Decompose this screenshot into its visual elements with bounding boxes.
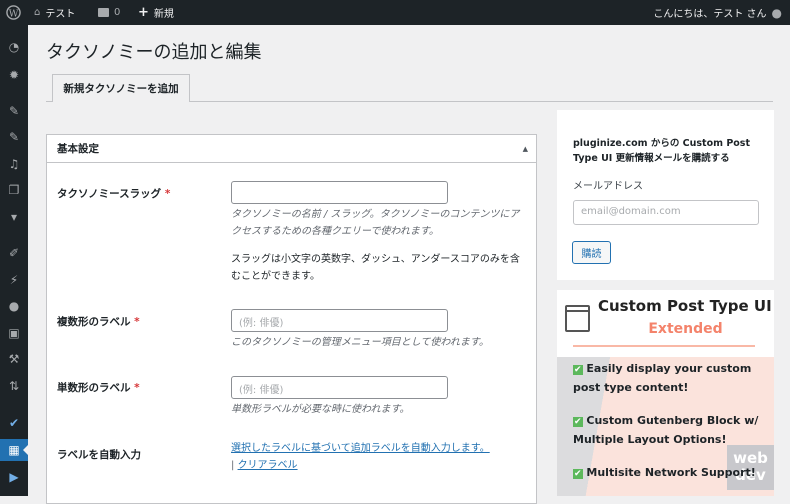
newsletter-heading: pluginize.com からの Custom Post Type UI 更新… (573, 138, 750, 164)
banner-title: Custom Post Type UI (598, 297, 772, 315)
subscribe-button[interactable]: 購読 (572, 241, 611, 264)
singular-description: 単数形ラベルが必要な時に使われます。 (231, 404, 410, 415)
shield-check-icon[interactable]: ✔ (0, 412, 28, 434)
auto-populate-links: 選択したラベルに基づいて追加ラベルを自動入力します。 | クリアラベル (231, 443, 490, 471)
banner-subtitle: Extended (648, 321, 723, 337)
feature-item: ✔ Multisite Network Support! (573, 466, 756, 479)
banner-underline (573, 345, 755, 347)
settings-sliders-icon[interactable]: ⇅ (0, 375, 28, 397)
admin-sidebar: ◔ ✹ ✎ ✎ ♫ ❐ ▾ ✐ ⚡ ● ▣ ⚒ ⇅ ✔ ▦ ▶ (0, 25, 28, 496)
checkmark-icon: ✔ (573, 469, 583, 479)
admin-bar: W ⌂ テスト 0 + 新規 こんにちは、テスト さん ● (0, 0, 790, 25)
basic-settings-panel: 基本設定 ▲ タクソノミースラッグ * タクソノミーの名前 / スラッグ。タクソノ… (46, 134, 537, 504)
home-icon: ⌂ (34, 7, 41, 18)
my-account-link[interactable]: こんにちは、テスト さん ● (653, 0, 782, 25)
tab-add-new-taxonomy[interactable]: 新規タクソノミーを追加 (52, 74, 190, 102)
plugins-icon[interactable]: ⚡ (0, 269, 28, 291)
play-icon[interactable]: ▶ (0, 466, 28, 488)
clear-labels-link[interactable]: クリアラベル (238, 460, 298, 471)
new-content-link[interactable]: + 新規 (138, 0, 174, 25)
collapse-arrow-icon[interactable]: ▲ (523, 145, 528, 153)
checkmark-icon: ✔ (573, 417, 583, 427)
taxonomy-slug-input[interactable] (231, 181, 448, 204)
gear-icon[interactable]: ✹ (0, 64, 28, 86)
appearance-brush-icon[interactable]: ✐ (0, 242, 28, 264)
plus-icon: + (138, 5, 149, 20)
lock-icon[interactable]: ▣ (0, 322, 28, 344)
singular-label-input[interactable]: (例: 俳優) (231, 376, 448, 399)
pages-icon[interactable]: ❐ (0, 179, 28, 201)
slug-label: タクソノミースラッグ * (57, 188, 171, 200)
comments-link[interactable]: 0 (98, 0, 120, 25)
site-name-link[interactable]: ⌂ テスト (34, 0, 75, 25)
checkmark-icon: ✔ (573, 365, 583, 375)
plural-description: このタクソノミーの管理メニュー項目として使われます。 (231, 337, 489, 348)
wordpress-logo-icon[interactable]: W (6, 0, 21, 25)
plural-label: 複数形のラベル * (57, 316, 140, 328)
cptui-grid-icon[interactable]: ▦ (0, 439, 28, 461)
comments-icon[interactable]: ▾ (0, 206, 28, 228)
singular-label: 単数形のラベル * (57, 382, 140, 394)
media-icon[interactable]: ♫ (0, 153, 28, 175)
cptui-extended-banner[interactable]: Custom Post Type UI Extended web dev ✔ E… (557, 290, 774, 496)
slug-note: スラッグは小文字の英数字、ダッシュ、アンダースコアのみを含むことができます。 (231, 254, 520, 282)
email-input[interactable]: email@domain.com (573, 200, 759, 225)
users-icon[interactable]: ● (0, 295, 28, 317)
comment-icon (98, 8, 109, 17)
email-label: メールアドレス (573, 181, 643, 192)
user-avatar-icon: ● (771, 5, 782, 20)
slug-description: タクソノミーの名前 / スラッグ。タクソノミーのコンテンツにアクセスするための各… (231, 209, 520, 237)
wrench-icon[interactable]: ⚒ (0, 348, 28, 370)
page-title: タクソノミーの追加と編集 (46, 42, 262, 63)
feature-item: ✔ Easily display your custom post type c… (573, 362, 752, 394)
auto-populate-label: ラベルを自動入力 (57, 449, 141, 461)
svg-text:W: W (9, 8, 19, 19)
panel-header[interactable]: 基本設定 ▲ (47, 135, 536, 163)
pin-icon[interactable]: ✎ (0, 100, 28, 122)
newsletter-widget: pluginize.com からの Custom Post Type UI 更新… (557, 110, 774, 280)
feature-item: ✔ Custom Gutenberg Block w/ Multiple Lay… (573, 414, 759, 446)
plural-label-input[interactable]: (例: 俳優) (231, 309, 448, 332)
dashboard-icon[interactable]: ◔ (0, 36, 28, 58)
pin-icon[interactable]: ✎ (0, 126, 28, 148)
auto-populate-link[interactable]: 選択したラベルに基づいて追加ラベルを自動入力します。 (231, 443, 490, 454)
